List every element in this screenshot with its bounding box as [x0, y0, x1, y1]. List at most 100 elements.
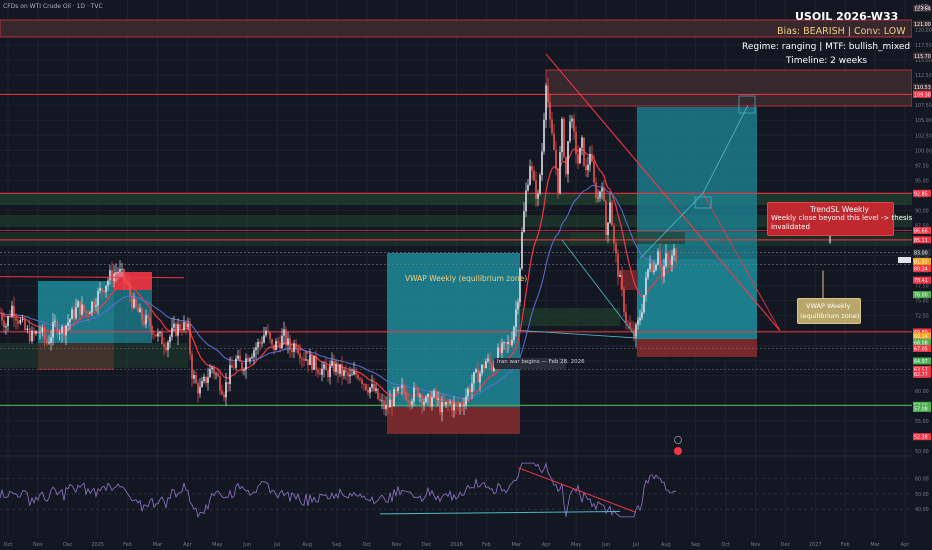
candle-body	[627, 322, 629, 324]
candle-body	[227, 382, 229, 385]
candle-body	[0, 312, 1, 314]
candle-body	[245, 358, 247, 370]
candle-body	[577, 154, 579, 164]
candle-body	[237, 355, 239, 359]
candle-body	[231, 365, 233, 368]
candle-body	[187, 323, 189, 328]
candle-body	[28, 328, 31, 342]
candle-body	[589, 154, 591, 165]
candle-body	[649, 263, 651, 270]
candle-body	[613, 225, 615, 244]
rsi-tick: 50.00	[915, 492, 929, 498]
candle-body	[529, 166, 531, 185]
candle-body	[369, 387, 371, 393]
time-tick: Jul	[273, 542, 280, 548]
candle-body	[15, 317, 17, 321]
candle-body	[215, 373, 217, 375]
price-tick: 77.50	[915, 284, 929, 290]
candle-body	[293, 343, 295, 352]
candle-body	[587, 164, 589, 171]
candle-body	[203, 376, 205, 382]
vwap-note-1: VWAP Weekly	[806, 302, 851, 310]
candle-body	[189, 323, 191, 355]
price-axis: 120.00117.50115.00112.50110.00107.50105.…	[912, 0, 932, 550]
candle-body	[459, 403, 461, 407]
candle-body	[597, 197, 599, 199]
candle-body	[119, 269, 121, 272]
candle-body	[169, 336, 171, 343]
time-tick: Sep	[691, 542, 700, 548]
candle-body	[163, 344, 165, 348]
candle-body	[371, 384, 373, 388]
candle-body	[11, 305, 13, 317]
price-tick: 107.50	[915, 103, 932, 109]
candle-body	[507, 341, 509, 345]
candle-body	[307, 359, 309, 366]
candle-body	[67, 322, 69, 326]
candle-body	[525, 190, 527, 212]
candle-body	[449, 401, 451, 404]
candle-body	[555, 150, 557, 169]
candle-body	[471, 383, 473, 392]
candle-body	[311, 355, 313, 370]
candle-body	[441, 402, 443, 413]
candle-body	[501, 343, 503, 354]
candle-body	[527, 184, 529, 191]
candle-body	[173, 323, 175, 328]
time-tick: Feb	[123, 542, 132, 548]
candle-body	[347, 372, 349, 377]
candle-body	[443, 402, 445, 405]
candle-body	[139, 308, 141, 313]
green-band-left	[0, 343, 188, 368]
time-tick: May	[571, 542, 581, 548]
candle-body	[481, 364, 483, 374]
candle-body	[263, 335, 265, 343]
candle-body	[241, 361, 243, 371]
candle-body	[143, 320, 145, 325]
candle-body	[121, 268, 123, 270]
candle-body	[131, 295, 133, 308]
candle-body	[31, 330, 33, 342]
candle-body	[195, 375, 197, 384]
candle-body	[73, 309, 75, 319]
trendsl-body-2: invalidated	[771, 223, 810, 231]
candle-body	[335, 363, 337, 372]
price-tick: 112.50	[915, 73, 932, 79]
candle-body	[559, 152, 561, 194]
price-tick: 100.00	[915, 148, 932, 154]
candle-body	[257, 342, 259, 348]
candle-body	[569, 121, 571, 142]
candle-body	[391, 399, 393, 407]
price-label: 115.70	[914, 54, 931, 60]
candle-body	[457, 405, 459, 407]
candle-body	[159, 331, 161, 333]
candle-body	[573, 118, 575, 132]
candle-body	[161, 331, 163, 345]
time-tick: May	[212, 542, 222, 548]
price-tick: 55.00	[915, 419, 929, 425]
candle-body	[91, 301, 93, 313]
candle-body	[651, 263, 653, 273]
candle-body	[125, 280, 127, 282]
candle-body	[461, 403, 463, 407]
candle-body	[483, 364, 485, 369]
candle-body	[637, 320, 639, 325]
price-tick: 50.00	[915, 449, 929, 455]
candle-body	[539, 174, 541, 194]
candle-body	[157, 332, 159, 337]
candle-body	[631, 328, 633, 330]
time-tick: Aug	[661, 542, 671, 548]
price-tick: 117.50	[915, 43, 932, 49]
candle-body	[601, 187, 603, 192]
candle-body	[351, 374, 353, 376]
candle-body	[77, 301, 79, 308]
candle-body	[183, 322, 185, 331]
candle-body	[669, 259, 671, 266]
candle-body	[83, 304, 85, 312]
candle-body	[56, 320, 59, 335]
candle-body	[399, 387, 401, 389]
event-label-box: Iran war begins — Feb 28, 2026	[494, 358, 585, 369]
price-tick: 97.50	[915, 163, 929, 169]
time-tick: Nov	[33, 542, 43, 548]
candle-body	[259, 342, 261, 344]
